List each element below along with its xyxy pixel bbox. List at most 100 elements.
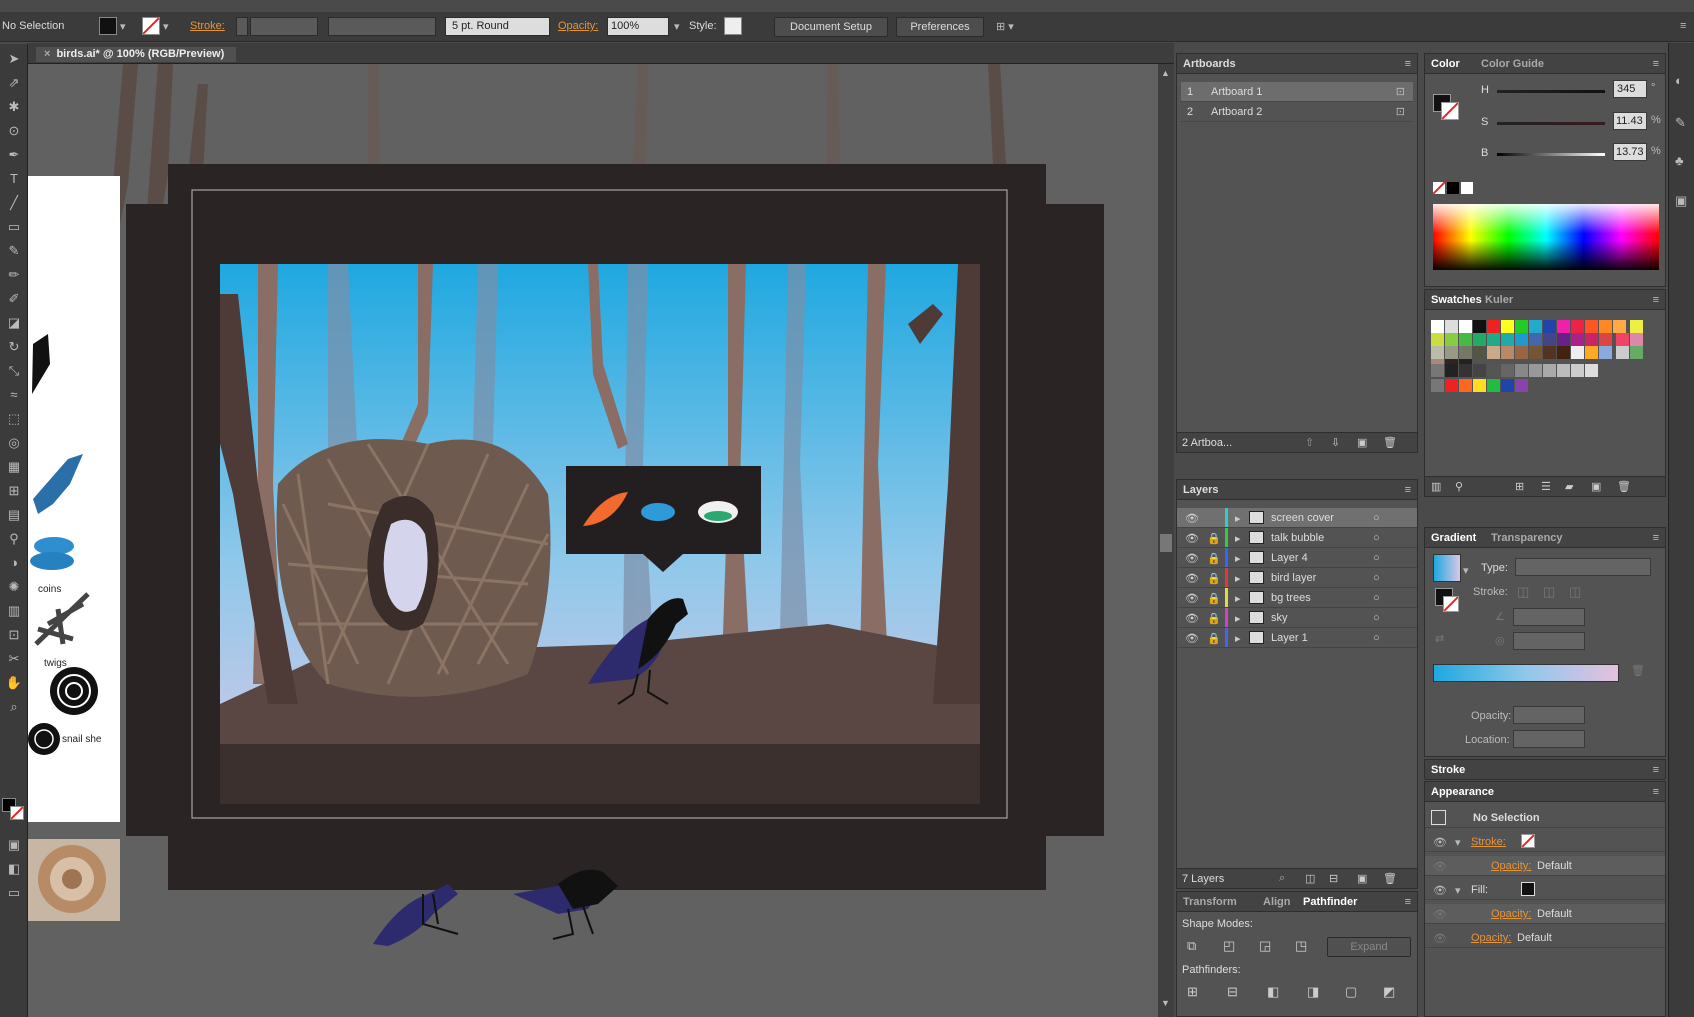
layer-row[interactable]: 👁 ▸ screen cover ○ [1177,508,1417,528]
color-mode-icon[interactable]: ▣ [4,836,24,854]
layer-row[interactable]: 👁 🔒 ▸ bird layer ○ [1177,568,1417,588]
document-setup-button[interactable]: Document Setup [774,17,888,37]
eye-icon[interactable]: 👁 [1433,884,1447,897]
paintbrush-tool-icon[interactable]: ✎ [4,242,24,260]
stroke-color-icon[interactable] [1443,596,1459,612]
close-icon[interactable]: × [44,48,50,60]
tab-swatches[interactable]: Swatches [1431,294,1482,306]
artboard-tool-icon[interactable]: ⊡ [4,626,24,644]
mesh-tool-icon[interactable]: ⊞ [4,482,24,500]
zoom-tool-icon[interactable]: ⌕ [4,698,24,716]
artboard-options-icon[interactable]: ⊡ [1396,85,1405,98]
appearance-stroke-opacity-row[interactable]: 👁 Opacity: Default [1425,856,1665,876]
artwork-canvas[interactable]: coins twigs snail she [28,64,1158,1017]
tab-kuler[interactable]: Kuler [1485,294,1513,306]
stroke-swatch[interactable] [142,17,160,35]
minus-back-icon[interactable]: ◩ [1383,984,1395,1000]
gradient-tool-icon[interactable]: ▤ [4,506,24,524]
rotate-tool-icon[interactable]: ↻ [4,338,24,356]
outline-icon[interactable]: ▢ [1345,984,1357,1000]
stroke-panel[interactable]: Stroke ≡ [1424,759,1666,780]
panel-menu-icon[interactable]: ≡ [1405,58,1411,70]
new-sublayer-icon[interactable]: ⊟ [1329,872,1338,885]
stroke-along-icon[interactable]: ◫ [1543,584,1555,600]
swatch-libraries-icon[interactable]: ▥ [1431,480,1441,493]
panel-menu-icon[interactable]: ≡ [1405,896,1411,908]
stroke-label[interactable]: Stroke: [190,20,225,32]
tab-gradient[interactable]: Gradient [1431,532,1476,544]
chevron-down-icon[interactable]: ▾ [674,20,680,33]
black-swatch[interactable] [1447,182,1459,194]
panel-menu-icon[interactable]: ≡ [1653,58,1659,70]
trash-icon[interactable]: 🗑 [1383,872,1397,885]
target-icon[interactable]: ○ [1373,532,1380,544]
stroke-swatch[interactable] [1521,834,1535,848]
appearance-fill-label[interactable]: Fill: [1471,884,1488,896]
expand-button[interactable]: Expand [1327,937,1411,957]
style-swatch[interactable] [724,17,742,35]
eye-icon[interactable]: 👁 [1433,932,1447,945]
artboard-row[interactable]: 1 Artboard 1 ⊡ [1181,82,1413,102]
variable-width-field[interactable] [328,17,436,36]
eye-icon[interactable]: 👁 [1185,592,1199,605]
eye-icon[interactable]: 👁 [1433,908,1447,921]
opacity-input[interactable]: 100% [607,17,669,36]
scale-tool-icon[interactable]: ⤡ [4,362,24,380]
dock-brushes-icon[interactable]: ✎ [1675,115,1686,131]
fill-swatch[interactable] [99,17,117,35]
target-icon[interactable]: ○ [1373,552,1380,564]
hue-slider[interactable] [1497,90,1605,93]
white-swatch[interactable] [1461,182,1473,194]
stroke-across-icon[interactable]: ◫ [1569,584,1581,600]
screen-mode-icon[interactable]: ▭ [4,884,24,902]
eye-icon[interactable]: 👁 [1185,612,1199,625]
vertical-scrollbar[interactable]: ▲ ▼ [1158,64,1174,1017]
appearance-fill-row[interactable]: 👁 ▾ Fill: [1425,880,1665,900]
lock-icon[interactable]: 🔒 [1207,592,1221,605]
disclosure-triangle-icon[interactable]: ▸ [1235,592,1241,605]
appearance-fill-opacity-row[interactable]: 👁 Opacity: Default [1425,904,1665,924]
chevron-down-icon[interactable]: ▾ [163,20,169,33]
scroll-thumb[interactable] [1160,534,1172,552]
chevron-down-icon[interactable]: ▾ [1463,564,1469,577]
saturation-slider[interactable] [1497,122,1605,125]
aspect-ratio-input[interactable] [1513,632,1585,650]
shape-builder-tool-icon[interactable]: ◎ [4,434,24,452]
gradient-preview[interactable] [1433,554,1461,582]
panel-menu-icon[interactable]: ≡ [1653,532,1659,544]
brightness-slider[interactable] [1497,153,1605,156]
symbol-sprayer-tool-icon[interactable]: ✺ [4,578,24,596]
layer-row[interactable]: 👁 🔒 ▸ Layer 4 ○ [1177,548,1417,568]
chevron-down-icon[interactable]: ▾ [120,20,126,33]
lock-icon[interactable]: 🔒 [1207,632,1221,645]
disclosure-triangle-icon[interactable]: ▸ [1235,612,1241,625]
trash-icon[interactable]: 🗑 [1631,664,1645,677]
artboard-options-icon[interactable]: ⊡ [1396,105,1405,118]
eye-icon[interactable]: 👁 [1185,632,1199,645]
pen-tool-icon[interactable]: ✒ [4,146,24,164]
artboard-row[interactable]: 2 Artboard 2 ⊡ [1181,102,1413,122]
blob-brush-tool-icon[interactable]: ✐ [4,290,24,308]
rectangle-tool-icon[interactable]: ▭ [4,218,24,236]
move-down-icon[interactable]: ⇩ [1331,436,1340,449]
scroll-down-icon[interactable]: ▼ [1161,998,1170,1008]
type-tool-icon[interactable]: T [4,170,24,188]
brush-field[interactable]: 5 pt. Round [445,17,550,36]
list-view-icon[interactable]: ☰ [1541,480,1551,493]
move-up-icon[interactable]: ⇧ [1305,436,1314,449]
opacity-label[interactable]: Opacity: [558,20,598,32]
selection-tool-icon[interactable]: ➤ [4,50,24,68]
eye-icon[interactable]: 👁 [1185,532,1199,545]
clipping-mask-icon[interactable]: ◫ [1305,872,1315,885]
target-icon[interactable]: ○ [1373,612,1380,624]
line-tool-icon[interactable]: ╱ [4,194,24,212]
lock-icon[interactable]: 🔒 [1207,532,1221,545]
new-swatch-icon[interactable]: ▣ [1591,480,1601,493]
tab-transparency[interactable]: Transparency [1491,532,1563,544]
width-tool-icon[interactable]: ≈ [4,386,24,404]
hand-tool-icon[interactable]: ✋ [4,674,24,692]
layer-row[interactable]: 👁 🔒 ▸ Layer 1 ○ [1177,628,1417,648]
gradient-opacity-input[interactable] [1513,706,1585,724]
gradient-location-input[interactable] [1513,730,1585,748]
disclosure-triangle-icon[interactable]: ▸ [1235,632,1241,645]
